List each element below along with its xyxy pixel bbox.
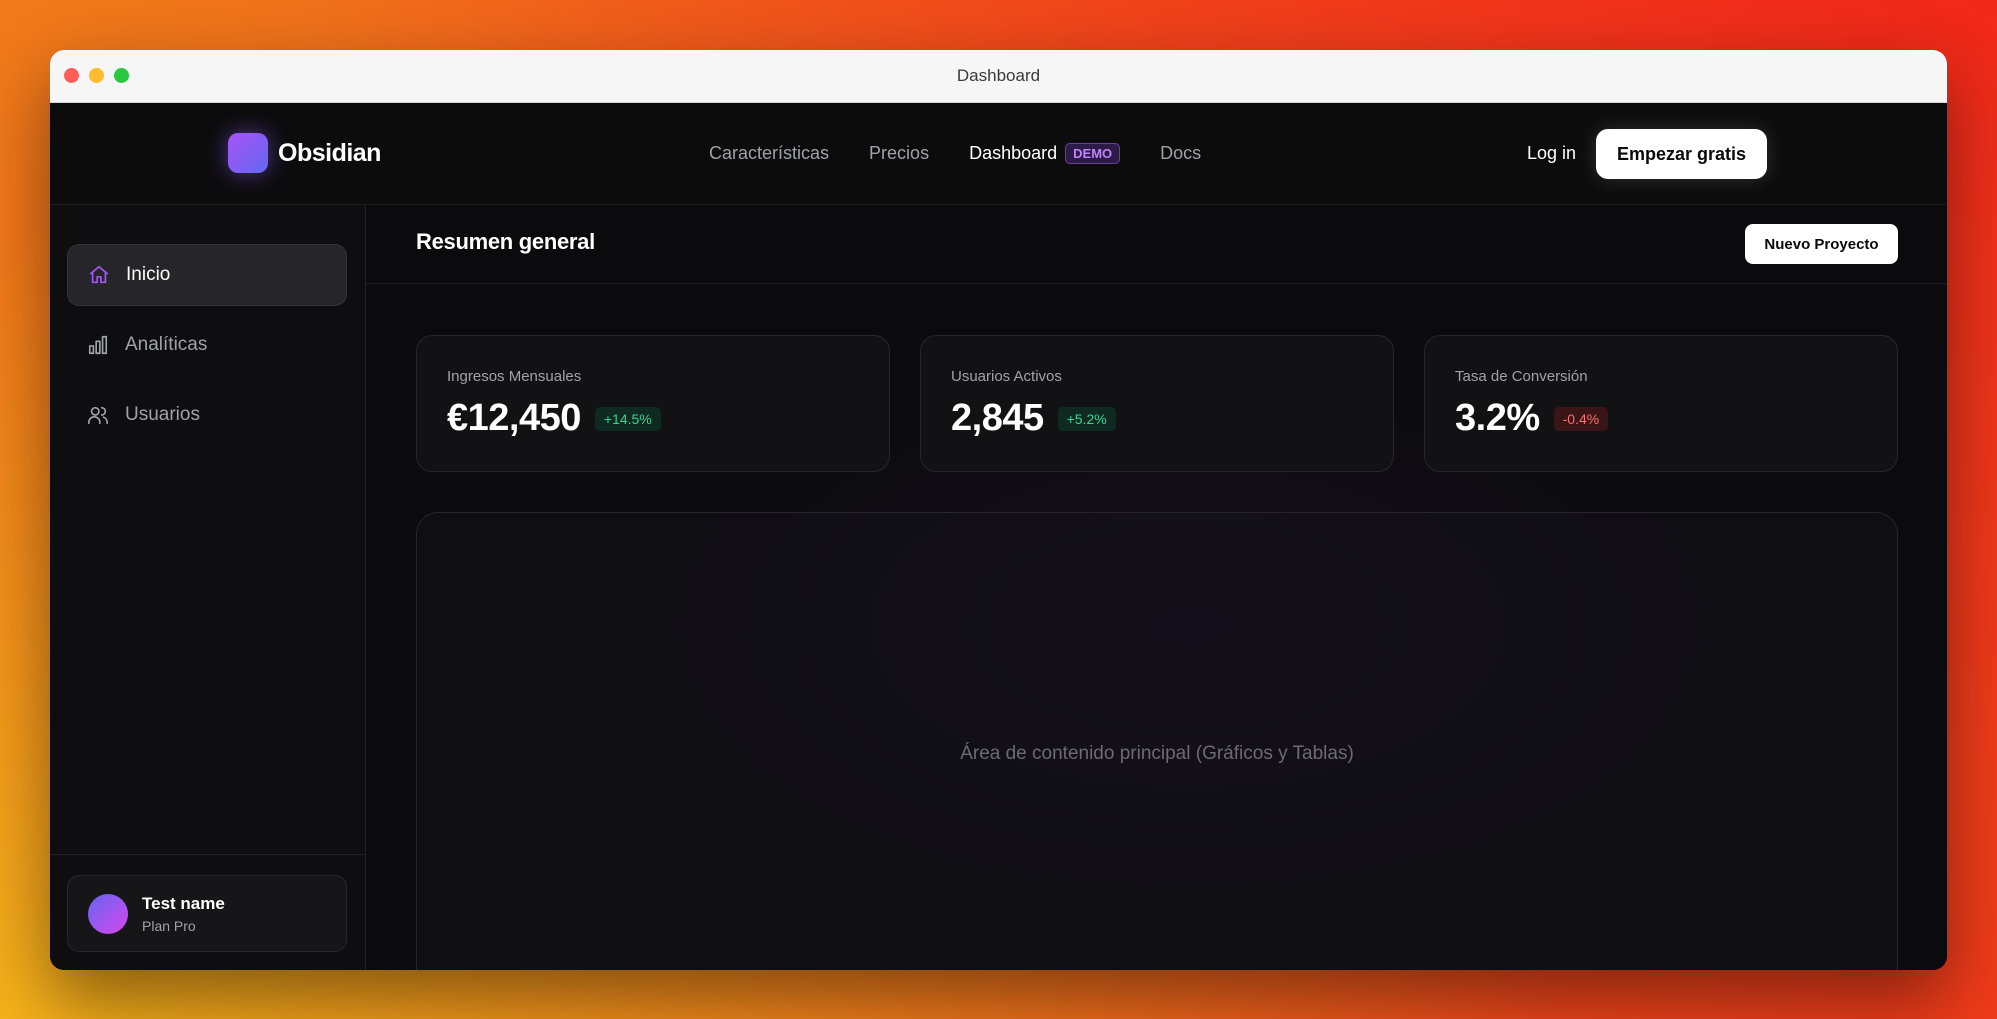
user-profile-card[interactable]: Test name Plan Pro (67, 875, 347, 952)
nav-link-caracteristicas[interactable]: Características (709, 143, 829, 164)
user-plan: Plan Pro (142, 917, 196, 934)
window-titlebar: Dashboard (50, 50, 1947, 103)
minimize-window-button[interactable] (89, 68, 104, 83)
nav-link-docs[interactable]: Docs (1160, 143, 1201, 164)
nav-links: Características Precios Dashboard DEMO D… (709, 143, 1241, 164)
app-window: Dashboard Obsidian Características Preci… (50, 50, 1947, 970)
stat-value: 3.2% (1455, 397, 1540, 439)
main-header: Resumen general Nuevo Proyecto (366, 205, 1947, 284)
top-navbar: Obsidian Características Precios Dashboa… (50, 103, 1947, 205)
new-project-button[interactable]: Nuevo Proyecto (1745, 224, 1898, 264)
page-title: Resumen general (416, 229, 595, 254)
stat-label: Usuarios Activos (951, 368, 1062, 385)
brand-logo[interactable]: Obsidian (228, 133, 381, 173)
stat-card-revenue: Ingresos Mensuales €12,450 +14.5% (416, 335, 890, 472)
stat-value: €12,450 (447, 397, 581, 439)
window-title: Dashboard (956, 66, 1041, 85)
users-icon (88, 406, 108, 425)
login-link[interactable]: Log in (1527, 143, 1576, 164)
sidebar-item-label: Analíticas (125, 334, 208, 355)
stat-delta-badge: +5.2% (1057, 406, 1116, 431)
nav-link-precios[interactable]: Precios (869, 143, 929, 164)
sidebar-item-inicio[interactable]: Inicio (67, 244, 347, 306)
user-name: Test name (142, 893, 225, 913)
close-window-button[interactable] (64, 68, 79, 83)
content-placeholder-text: Área de contenido principal (Gráficos y … (960, 743, 1354, 764)
sidebar-footer: Test name Plan Pro (50, 854, 365, 970)
sidebar-item-analiticas[interactable]: Analíticas (67, 314, 347, 376)
sidebar: Inicio Analíticas Usuarios Test name Pla… (50, 205, 366, 970)
start-free-button[interactable]: Empezar gratis (1596, 129, 1767, 179)
brand-name: Obsidian (278, 138, 381, 167)
sidebar-item-usuarios[interactable]: Usuarios (67, 384, 347, 446)
stat-card-active-users: Usuarios Activos 2,845 +5.2% (920, 335, 1394, 472)
avatar (88, 893, 128, 934)
bar-chart-icon (88, 335, 108, 355)
sidebar-item-label: Usuarios (125, 404, 200, 425)
demo-badge: DEMO (1065, 143, 1121, 164)
logo-mark-icon (228, 133, 268, 173)
main-content: Resumen general Nuevo Proyecto Ingresos … (366, 205, 1947, 970)
nav-link-dashboard[interactable]: Dashboard (969, 143, 1057, 164)
stat-delta-badge: +14.5% (594, 406, 661, 431)
home-icon (89, 265, 109, 284)
stats-row: Ingresos Mensuales €12,450 +14.5% Usuari… (416, 335, 1898, 472)
maximize-window-button[interactable] (114, 68, 129, 83)
window-controls (64, 68, 129, 83)
stat-label: Tasa de Conversión (1455, 368, 1588, 385)
main-content-panel: Área de contenido principal (Gráficos y … (416, 512, 1898, 970)
stat-card-conversion: Tasa de Conversión 3.2% -0.4% (1424, 335, 1898, 472)
stat-value: 2,845 (951, 397, 1044, 439)
stat-label: Ingresos Mensuales (447, 368, 582, 385)
sidebar-item-label: Inicio (126, 264, 171, 285)
stat-delta-badge: -0.4% (1553, 406, 1609, 431)
